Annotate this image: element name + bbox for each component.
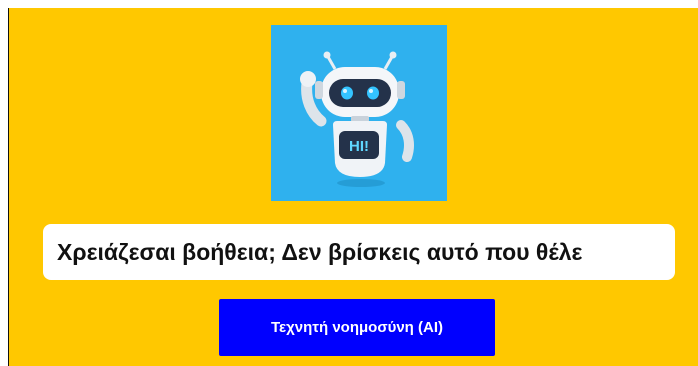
robot-image: HI! bbox=[271, 25, 447, 201]
robot-screen-text: HI! bbox=[349, 138, 369, 155]
robot-waving-icon: HI! bbox=[300, 51, 414, 187]
chatbot-panel: HI! Χρειάζεσαι βοήθεια; Δεν βρίσκεις αυτ… bbox=[8, 8, 698, 366]
ai-assistant-button[interactable]: Τεχνητή νοημοσύνη (AI) bbox=[219, 299, 495, 356]
help-message: Χρειάζεσαι βοήθεια; Δεν βρίσκεις αυτό πο… bbox=[43, 224, 675, 280]
